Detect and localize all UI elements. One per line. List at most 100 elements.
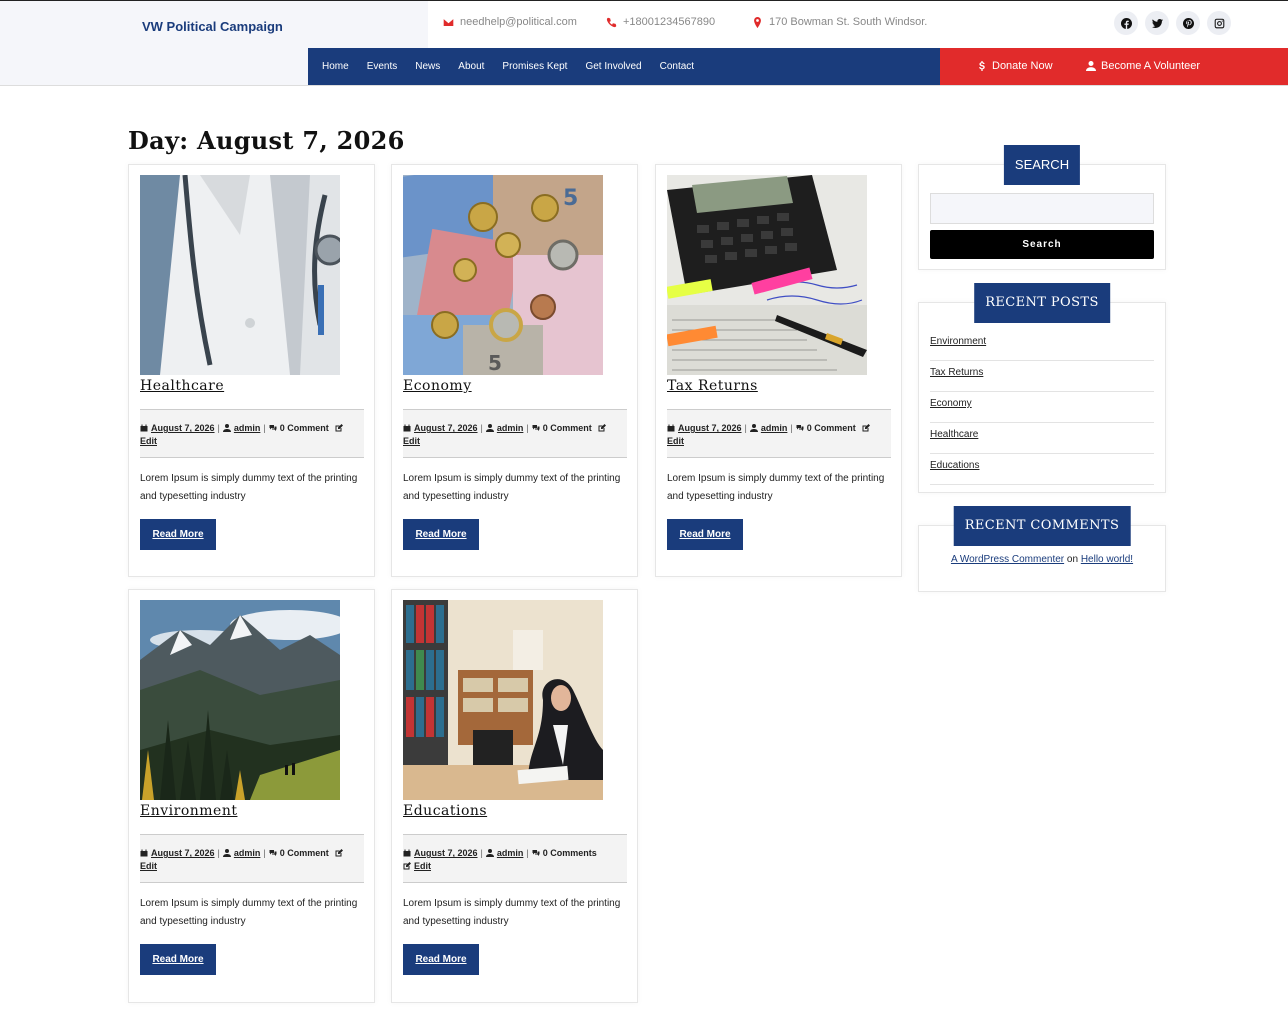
post-excerpt: Lorem Ipsum is simply dummy text of the … xyxy=(140,898,358,927)
post-date[interactable]: August 7, 2026 xyxy=(151,423,215,433)
post-author[interactable]: admin xyxy=(234,423,261,433)
post-card-educations: Educations August 7, 2026 | admin | 0 Commen… xyxy=(391,589,638,1003)
cta-bar: Donate Now Become A Volunteer xyxy=(940,48,1288,85)
post-excerpt: Lorem Ipsum is simply dummy text of the … xyxy=(667,473,885,502)
post-edit-link[interactable]: Edit xyxy=(140,436,157,446)
recent-comment-entry: A WordPress Commenter on Hello world! xyxy=(919,554,1165,565)
post-thumbnail[interactable] xyxy=(140,600,340,800)
nav-get-involved[interactable]: Get Involved xyxy=(585,61,650,72)
donate-button[interactable]: Donate Now xyxy=(977,60,1053,72)
user-icon xyxy=(1086,61,1096,71)
pinterest-icon[interactable] xyxy=(1176,11,1200,35)
calendar-icon xyxy=(667,424,675,432)
post-thumbnail[interactable] xyxy=(667,175,867,375)
facebook-icon[interactable] xyxy=(1114,11,1138,35)
edit-icon xyxy=(335,424,343,432)
read-more-button[interactable]: Read More xyxy=(140,519,216,550)
recent-post-link[interactable]: Healthcare xyxy=(930,423,1154,454)
post-card-environment: Environment August 7, 2026 | admin | 0 Comme… xyxy=(128,589,375,1003)
read-more-button[interactable]: Read More xyxy=(140,944,216,975)
post-meta: August 7, 2026 | admin | 0 Comment Edit xyxy=(140,409,364,458)
read-more-button[interactable]: Read More xyxy=(403,944,479,975)
post-card-economy: 5 5 Economy August 7, 2026 | admin | 0 Comme… xyxy=(391,164,638,577)
page-title: Day: August 7, 2026 xyxy=(128,126,405,155)
twitter-icon[interactable] xyxy=(1145,11,1169,35)
nav-promises-kept[interactable]: Promises Kept xyxy=(502,61,576,72)
post-date[interactable]: August 7, 2026 xyxy=(414,423,478,433)
post-title[interactable]: Educations xyxy=(403,803,487,819)
post-comments: 0 Comments xyxy=(542,848,597,858)
edit-icon xyxy=(862,424,870,432)
post-title[interactable]: Environment xyxy=(140,803,237,819)
nav-about[interactable]: About xyxy=(458,61,493,72)
post-thumbnail[interactable]: 5 5 xyxy=(403,175,603,375)
search-widget-title: SEARCH xyxy=(1003,145,1081,185)
comments-icon xyxy=(532,849,540,857)
post-meta: August 7, 2026 | admin | 0 Comment Edit xyxy=(403,409,627,458)
post-author[interactable]: admin xyxy=(234,848,261,858)
post-title[interactable]: Economy xyxy=(403,378,472,394)
search-input[interactable] xyxy=(930,193,1154,224)
recent-post-link[interactable]: Environment xyxy=(930,330,1154,361)
post-card-tax-returns: Tax Returns August 7, 2026 | admin | 0 Comme… xyxy=(655,164,902,577)
calendar-icon xyxy=(140,849,148,857)
post-comments: 0 Comment xyxy=(279,848,329,858)
read-more-button[interactable]: Read More xyxy=(403,519,479,550)
post-date[interactable]: August 7, 2026 xyxy=(414,848,478,858)
calendar-icon xyxy=(403,849,411,857)
euro-money-image: 5 5 xyxy=(403,175,603,375)
search-button[interactable]: Search xyxy=(930,230,1154,259)
main-nav: Home Events News About Promises Kept Get… xyxy=(308,48,940,85)
user-icon xyxy=(223,849,231,857)
office-woman-image xyxy=(403,600,603,800)
recent-post-link[interactable]: Educations xyxy=(930,454,1154,485)
recent-posts-widget: RECENT POSTS Environment Tax Returns Eco… xyxy=(918,283,1166,493)
commenter-link[interactable]: A WordPress Commenter xyxy=(951,554,1064,565)
instagram-icon[interactable] xyxy=(1207,11,1231,35)
contact-email: needhelp@political.com xyxy=(443,16,577,28)
user-icon xyxy=(486,849,494,857)
post-edit-link[interactable]: Edit xyxy=(403,436,420,446)
nav-news[interactable]: News xyxy=(415,61,449,72)
nav-events[interactable]: Events xyxy=(367,61,407,72)
user-icon xyxy=(750,424,758,432)
site-brand[interactable]: VW Political Campaign xyxy=(142,19,283,34)
recent-post-link[interactable]: Economy xyxy=(930,392,1154,423)
edit-icon xyxy=(335,849,343,857)
nav-home[interactable]: Home xyxy=(322,61,358,72)
post-author[interactable]: admin xyxy=(761,423,788,433)
recent-post-link[interactable]: Tax Returns xyxy=(930,361,1154,392)
post-edit-link[interactable]: Edit xyxy=(667,436,684,446)
nav-contact[interactable]: Contact xyxy=(660,61,703,72)
phone-icon xyxy=(606,17,617,27)
post-card-healthcare: Healthcare August 7, 2026 | admin | 0 Commen… xyxy=(128,164,375,577)
recent-comments-widget: RECENT COMMENTS A WordPress Commenter on… xyxy=(918,506,1166,592)
post-title[interactable]: Tax Returns xyxy=(667,378,758,394)
volunteer-button[interactable]: Become A Volunteer xyxy=(1086,60,1200,72)
search-widget: SEARCH Search xyxy=(918,145,1166,270)
comment-post-link[interactable]: Hello world! xyxy=(1081,554,1133,565)
post-comments: 0 Comment xyxy=(806,423,856,433)
post-comments: 0 Comment xyxy=(542,423,592,433)
social-links xyxy=(1114,11,1231,35)
envelope-icon xyxy=(443,18,454,26)
read-more-button[interactable]: Read More xyxy=(667,519,743,550)
doctor-stethoscope-image xyxy=(140,175,340,375)
post-date[interactable]: August 7, 2026 xyxy=(678,423,742,433)
mountain-landscape-image xyxy=(140,600,340,800)
post-title[interactable]: Healthcare xyxy=(140,378,224,394)
post-thumbnail[interactable] xyxy=(140,175,340,375)
post-thumbnail[interactable] xyxy=(403,600,603,800)
post-edit-link[interactable]: Edit xyxy=(414,861,431,871)
post-meta: August 7, 2026 | admin | 0 Comments Edit xyxy=(403,834,627,883)
post-author[interactable]: admin xyxy=(497,848,524,858)
user-icon xyxy=(223,424,231,432)
post-edit-link[interactable]: Edit xyxy=(140,861,157,871)
post-meta: August 7, 2026 | admin | 0 Comment Edit xyxy=(667,409,891,458)
contact-address: 170 Bowman St. South Windsor. xyxy=(752,16,927,28)
edit-icon xyxy=(598,424,606,432)
post-date[interactable]: August 7, 2026 xyxy=(151,848,215,858)
comments-icon xyxy=(796,424,804,432)
post-excerpt: Lorem Ipsum is simply dummy text of the … xyxy=(403,898,621,927)
post-author[interactable]: admin xyxy=(497,423,524,433)
